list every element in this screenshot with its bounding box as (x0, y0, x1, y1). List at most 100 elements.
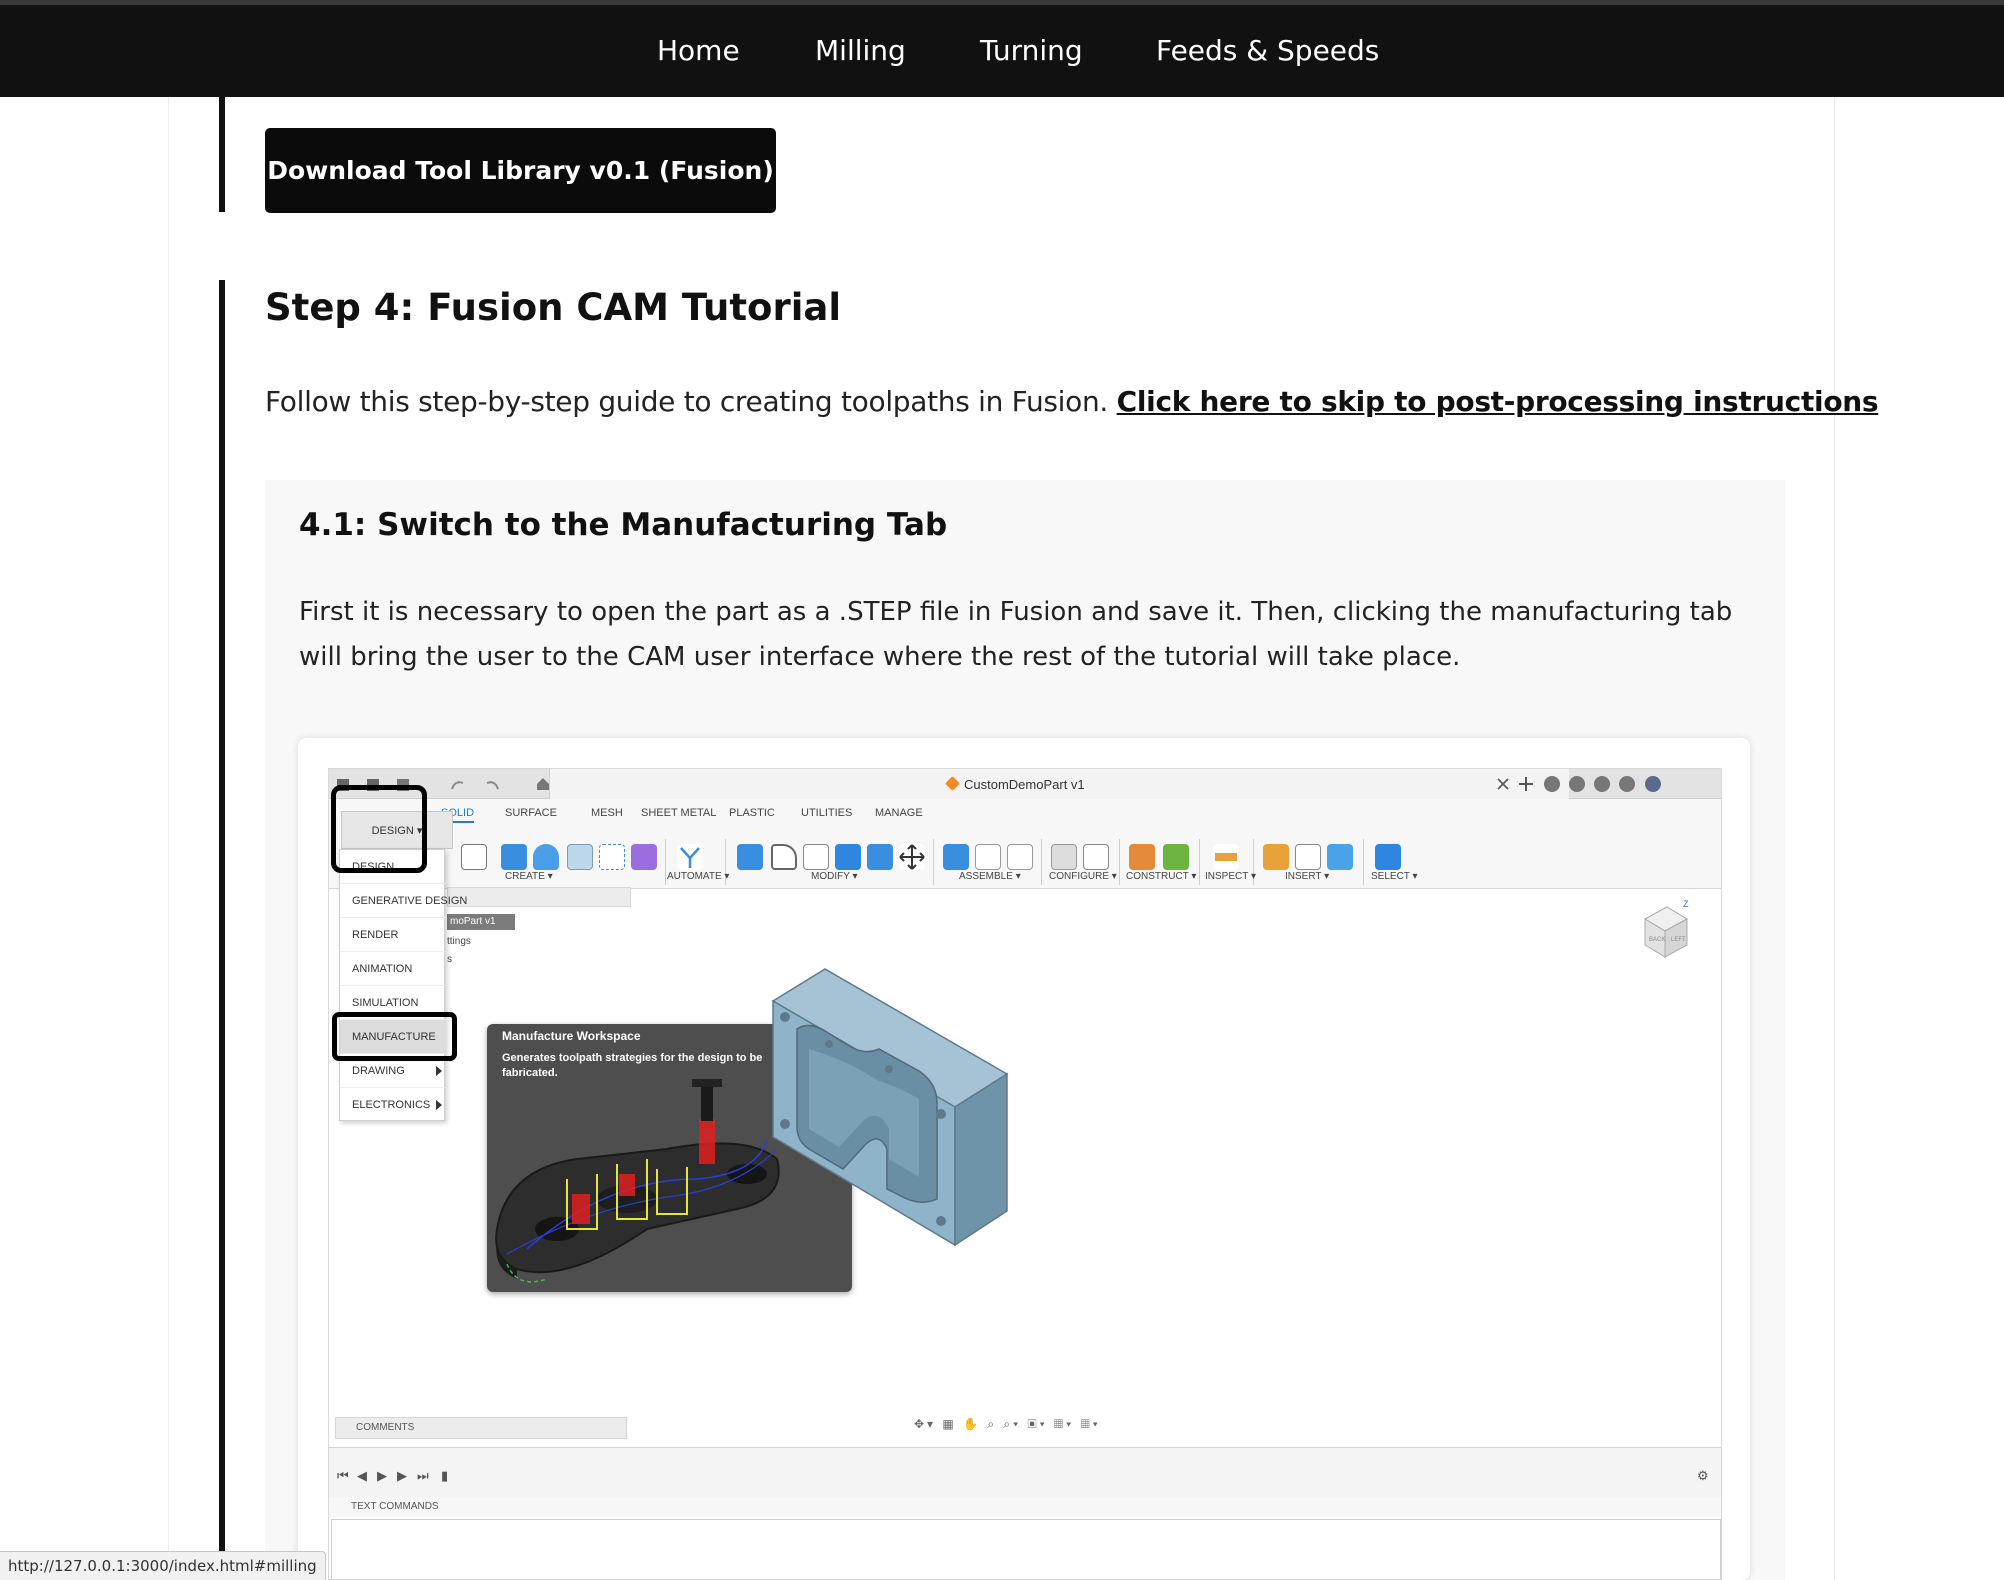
navigation-toolbar[interactable]: ✥▾ ▦ ✋ ⌕ ⌕▾ ▣▾ ▦▾ ▦▾ (914, 1417, 1101, 1432)
press-pull-icon[interactable] (737, 844, 763, 870)
nav-link-feeds-speeds[interactable]: Feeds & Speeds (1156, 34, 1379, 67)
offset-plane-icon[interactable] (1129, 844, 1155, 870)
revolve-icon[interactable] (533, 844, 559, 870)
notifications-icon[interactable] (1594, 776, 1610, 792)
menu-item-electronics[interactable]: ELECTRONICS (340, 1088, 446, 1122)
group-automate[interactable]: AUTOMATE ▾ (667, 871, 729, 882)
select-icon[interactable] (1375, 844, 1401, 870)
group-modify[interactable]: MODIFY ▾ (811, 871, 858, 882)
nav-link-turning[interactable]: Turning (980, 34, 1083, 67)
configure-icon[interactable] (1051, 844, 1077, 870)
joint-icon[interactable] (975, 844, 1001, 870)
text-commands-area[interactable] (331, 1519, 1721, 1579)
view-cube-left-label: LEFT (1671, 937, 1686, 943)
group-assemble[interactable]: ASSEMBLE ▾ (959, 871, 1021, 882)
measure-icon[interactable] (1213, 844, 1239, 870)
comments-panel[interactable]: COMMENTS (335, 1417, 627, 1439)
section-heading: Step 4: Fusion CAM Tutorial (265, 286, 842, 329)
new-component-icon[interactable] (943, 844, 969, 870)
timeline-end-icon[interactable]: ⏭ (417, 1468, 429, 1484)
nav-links: Home Milling Turning Feeds & Speeds (0, 5, 2004, 97)
fillet-icon[interactable] (771, 844, 797, 870)
ribbon-tab-manage[interactable]: MANAGE (875, 807, 923, 819)
move-icon[interactable] (899, 844, 925, 870)
group-inspect[interactable]: INSPECT ▾ (1205, 871, 1256, 882)
browser-settings-node[interactable]: ttings (447, 936, 471, 947)
ribbon-tab-utilities[interactable]: UTILITIES (801, 807, 852, 819)
ribbon-tab-mesh[interactable]: MESH (591, 807, 623, 819)
ribbon-tab-plastic[interactable]: PLASTIC (729, 807, 775, 819)
midplane-icon[interactable] (1163, 844, 1189, 870)
group-construct[interactable]: CONSTRUCT ▾ (1126, 871, 1196, 882)
section-accent-bar (219, 280, 225, 1580)
job-status-icon[interactable] (1569, 776, 1585, 792)
home-icon (537, 778, 549, 790)
skip-to-post-processing-link[interactable]: Click here to skip to post-processing in… (1117, 385, 1879, 418)
timeline-back-icon[interactable]: ◀ (357, 1468, 367, 1484)
view-cube-z-axis-label: Z (1683, 899, 1689, 909)
shell-icon[interactable] (835, 844, 861, 870)
create-sketch-icon[interactable] (461, 844, 487, 870)
view-cube-back-label: BACK (1649, 937, 1665, 943)
menu-item-animation[interactable]: ANIMATION (340, 952, 446, 986)
group-create[interactable]: CREATE ▾ (505, 871, 553, 882)
automate-icon[interactable] (677, 844, 703, 870)
download-tool-library-button[interactable]: Download Tool Library v0.1 (Fusion) (265, 128, 776, 213)
help-icon[interactable] (1619, 776, 1635, 792)
chamfer-icon[interactable] (803, 844, 829, 870)
configuration-table-icon[interactable] (1083, 844, 1109, 870)
extensions-icon[interactable] (1544, 776, 1560, 792)
tooltip-title: Manufacture Workspace (502, 1029, 641, 1043)
workspace-menu: DESIGN GENERATIVE DESIGN RENDER ANIMATIO… (339, 849, 467, 1122)
timeline-play-icon[interactable]: ▶ (377, 1468, 387, 1484)
canvas-icon[interactable] (1327, 844, 1353, 870)
part-model-3d (771, 968, 1009, 1247)
document-title: CustomDemoPart v1 (964, 777, 1085, 792)
menu-item-label: ELECTRONICS (352, 1099, 431, 1111)
submenu-arrow-icon (436, 1100, 442, 1110)
manufacture-highlight-box (332, 1012, 457, 1061)
ribbon-tab-surface[interactable]: SURFACE (505, 807, 557, 819)
timeline-bar: ⏮ ◀ ▶ ▶ ⏭ ▮ ⚙ (329, 1447, 1721, 1497)
pattern-icon[interactable] (599, 844, 625, 870)
top-navigation-bar: Home Milling Turning Feeds & Speeds (0, 0, 2004, 97)
user-avatar-icon[interactable] (1645, 776, 1661, 792)
group-insert[interactable]: INSERT ▾ (1285, 871, 1329, 882)
browser-node[interactable]: s (447, 954, 452, 965)
ribbon-tab-sheet-metal[interactable]: SHEET METAL (641, 807, 716, 819)
menu-item-render[interactable]: RENDER (340, 918, 446, 952)
substep-heading: 4.1: Switch to the Manufacturing Tab (299, 507, 948, 543)
ribbon-separator (1119, 839, 1120, 885)
substep-body-text: First it is necessary to open the part a… (299, 597, 1733, 672)
form-icon[interactable] (631, 844, 657, 870)
combine-icon[interactable] (867, 844, 893, 870)
text-commands-header[interactable]: TEXT COMMANDS (329, 1497, 1721, 1517)
as-built-joint-icon[interactable] (1007, 844, 1033, 870)
nav-link-home[interactable]: Home (657, 34, 740, 67)
nav-link-milling[interactable]: Milling (815, 34, 906, 67)
design-highlight-box (331, 785, 427, 873)
timeline-start-icon[interactable]: ⏮ (337, 1468, 349, 1484)
link-hover-status-bar: http://127.0.0.1:3000/index.html#milling (0, 1551, 326, 1580)
submenu-arrow-icon (436, 1066, 442, 1076)
insert-mesh-icon[interactable] (1295, 844, 1321, 870)
extrude-icon[interactable] (501, 844, 527, 870)
menu-item-generative-design[interactable]: GENERATIVE DESIGN (340, 884, 467, 918)
group-configure[interactable]: CONFIGURE ▾ (1049, 871, 1117, 882)
view-cube[interactable]: BACK LEFT Z (1639, 899, 1695, 969)
timeline-forward-icon[interactable]: ▶ (397, 1468, 407, 1484)
timeline-marker-icon[interactable]: ▮ (441, 1468, 448, 1484)
ribbon-separator (1041, 839, 1042, 885)
close-tab-icon[interactable] (1497, 778, 1509, 790)
menu-item-label: DRAWING (352, 1065, 405, 1077)
ribbon-separator (933, 839, 934, 885)
new-tab-icon[interactable] (1519, 777, 1533, 791)
intro-text: Follow this step-by-step guide to creati… (265, 385, 1117, 418)
timeline-settings-icon[interactable]: ⚙ (1697, 1468, 1709, 1484)
fusion-screenshot: CustomDemoPart v1 SOLID SURFACE MESH SHE… (328, 768, 1722, 1580)
fusion-title-bar: CustomDemoPart v1 (329, 769, 1721, 799)
ribbon-separator (1363, 839, 1364, 885)
group-select[interactable]: SELECT ▾ (1371, 871, 1418, 882)
insert-derive-icon[interactable] (1263, 844, 1289, 870)
hole-icon[interactable] (567, 844, 593, 870)
